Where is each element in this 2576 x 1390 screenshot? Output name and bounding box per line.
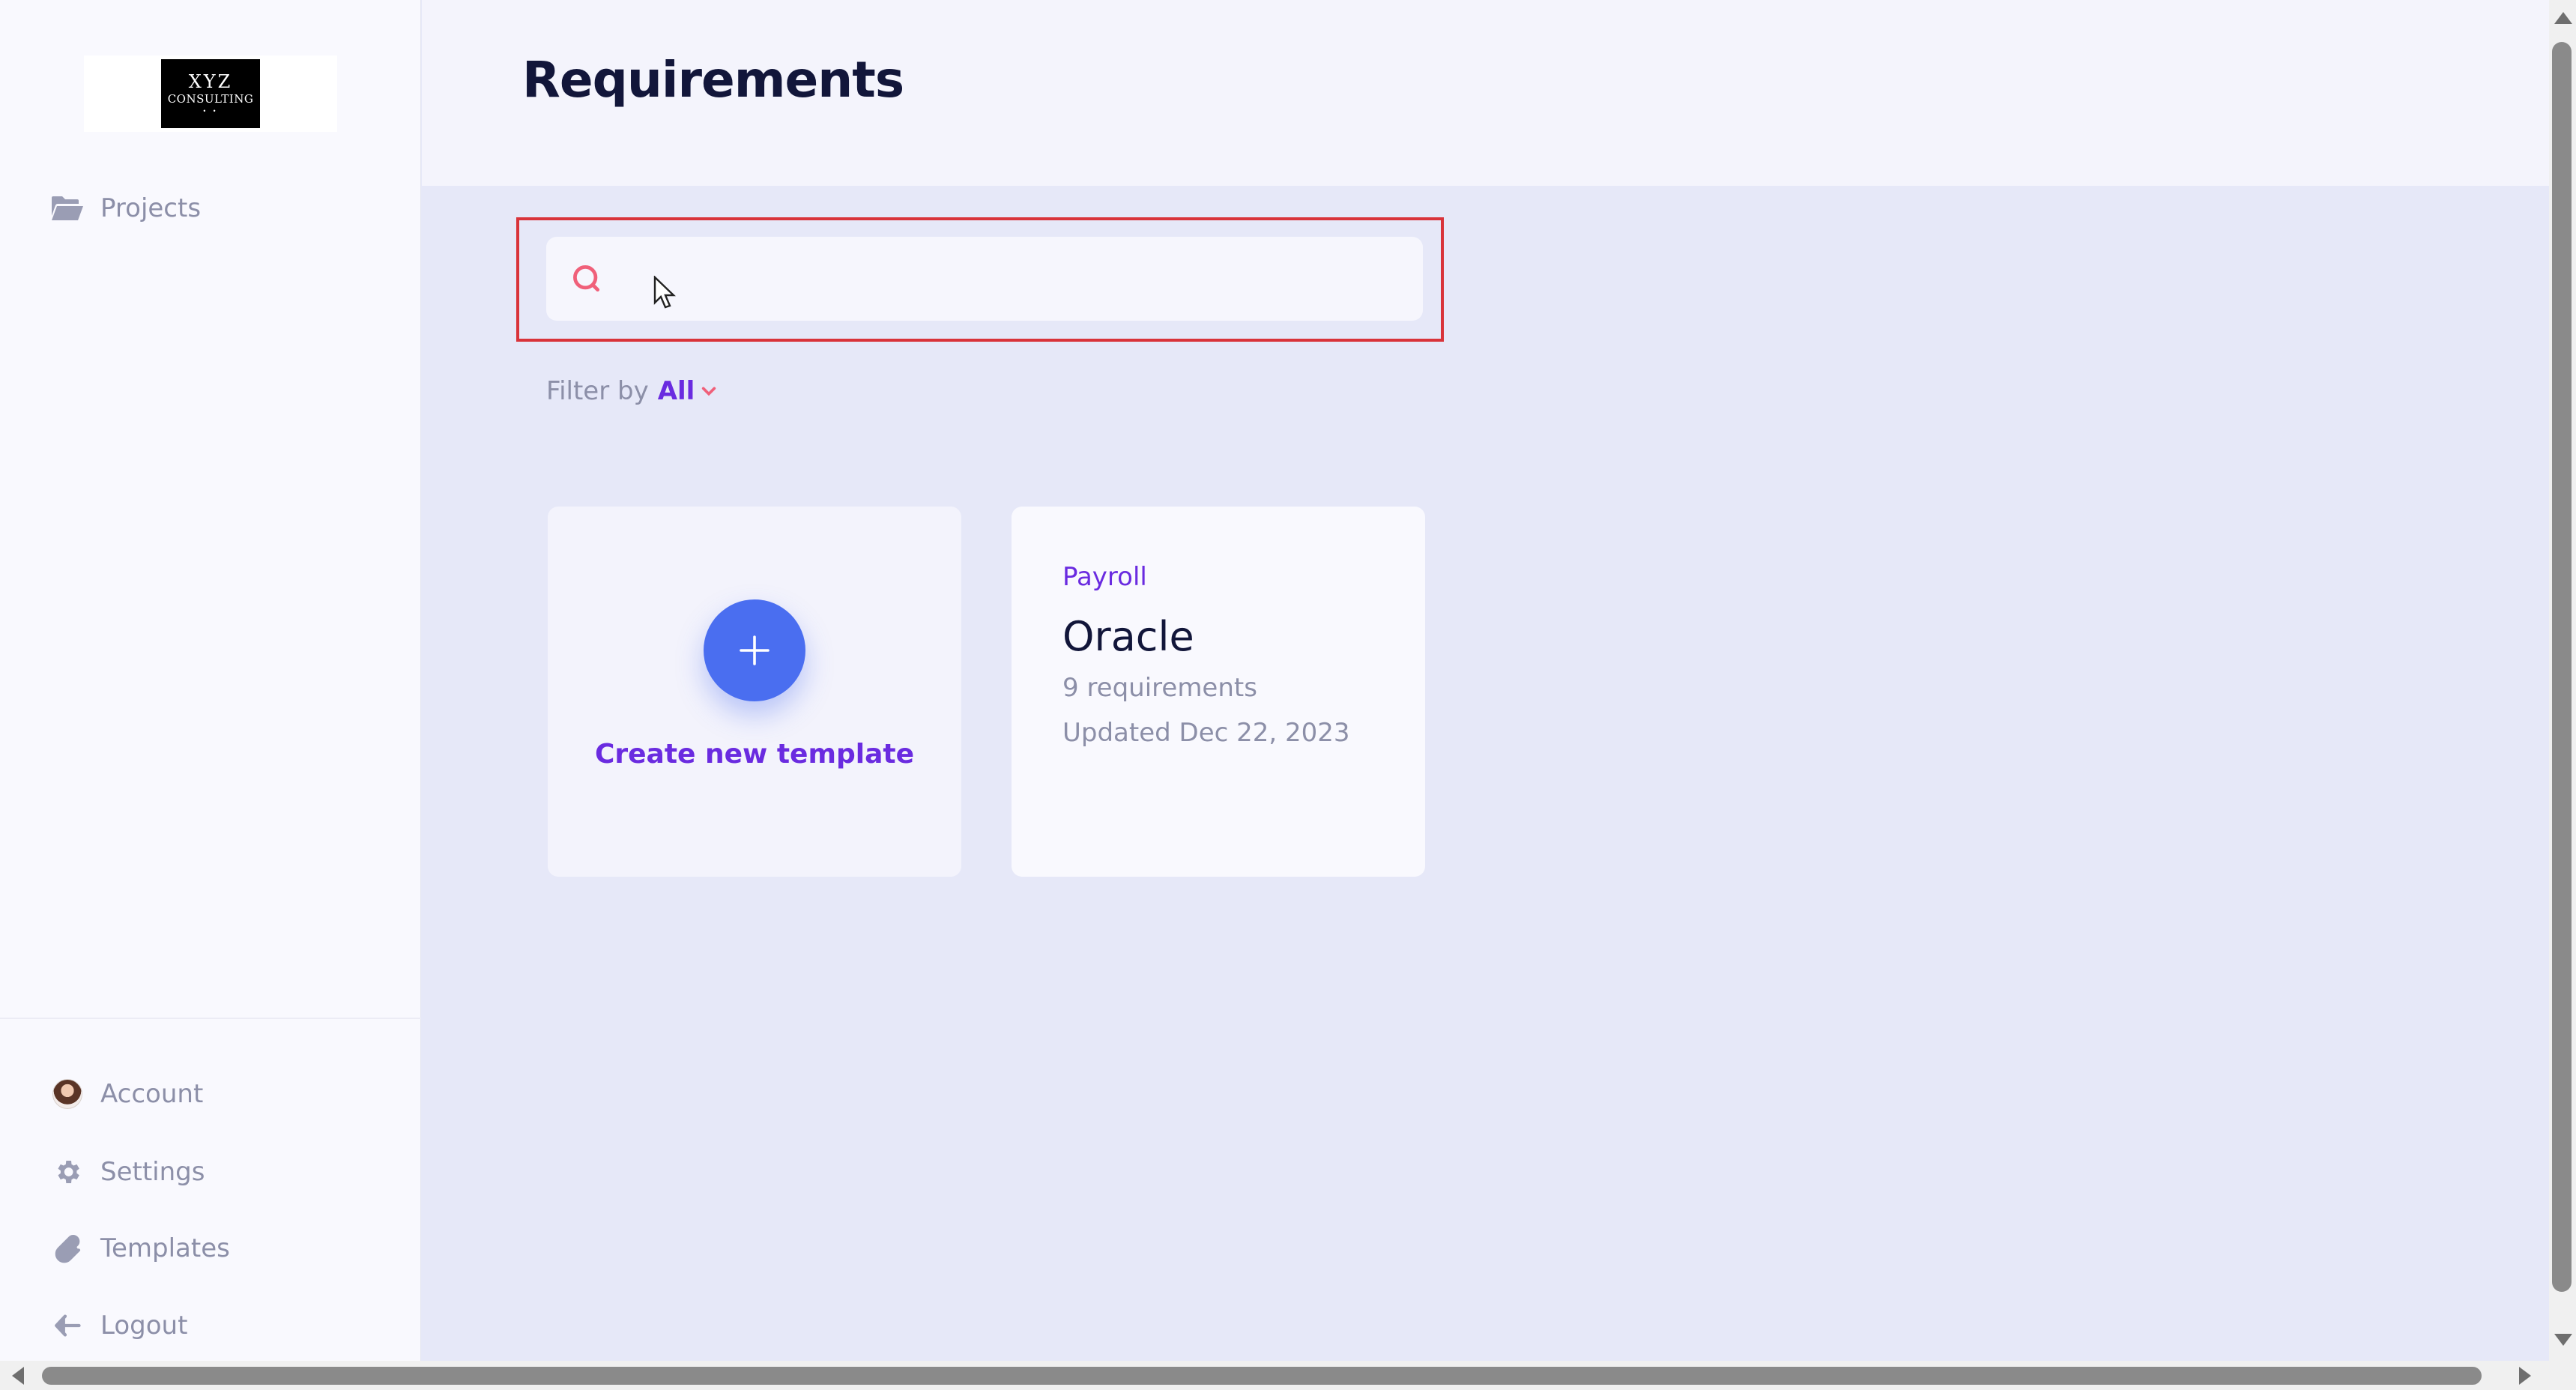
filter-control: Filter by All <box>546 376 717 406</box>
create-template-card[interactable]: Create new template <box>548 507 961 877</box>
search-input[interactable] <box>621 237 1400 321</box>
logo-line-1: XYZ <box>188 71 233 93</box>
template-requirement-count: 9 requirements <box>1062 673 1257 703</box>
page-header: Requirements <box>422 0 2550 186</box>
template-name: Oracle <box>1062 613 1194 660</box>
sidebar-item-account[interactable]: Account <box>49 1076 203 1112</box>
add-template-button[interactable] <box>704 599 805 701</box>
sidebar: XYZ CONSULTING • • Projects Account Sett… <box>0 0 421 1361</box>
sidebar-divider <box>0 1018 421 1019</box>
logo-line-3: • • <box>202 108 219 115</box>
scroll-right-arrow-icon[interactable] <box>2519 1367 2531 1385</box>
horizontal-scrollbar-thumb[interactable] <box>42 1367 2482 1385</box>
plus-icon <box>740 635 770 665</box>
sidebar-item-label: Settings <box>100 1157 205 1187</box>
search-box[interactable] <box>546 237 1423 321</box>
avatar <box>49 1076 85 1112</box>
sidebar-item-settings[interactable]: Settings <box>49 1154 205 1190</box>
scroll-left-arrow-icon[interactable] <box>12 1367 24 1385</box>
scroll-down-arrow-icon[interactable] <box>2554 1334 2572 1346</box>
search-icon <box>570 262 603 295</box>
template-card[interactable]: Payroll Oracle 9 requirements Updated De… <box>1012 507 1425 877</box>
sidebar-item-label: Projects <box>100 193 202 223</box>
create-template-label[interactable]: Create new template <box>548 739 961 770</box>
logo-container: XYZ CONSULTING • • <box>84 55 337 132</box>
gear-icon <box>49 1154 85 1190</box>
sidebar-item-projects[interactable]: Projects <box>49 190 201 226</box>
filter-label: Filter by <box>546 376 649 406</box>
logo-line-2: CONSULTING <box>167 92 254 106</box>
scroll-up-arrow-icon[interactable] <box>2554 12 2572 24</box>
vertical-scrollbar-thumb[interactable] <box>2552 42 2572 1292</box>
template-updated-date: Updated Dec 22, 2023 <box>1062 718 1350 748</box>
folder-open-icon <box>49 190 85 226</box>
sidebar-item-templates[interactable]: Templates <box>49 1230 230 1266</box>
sidebar-item-logout[interactable]: Logout <box>49 1308 187 1344</box>
chevron-down-icon[interactable] <box>701 383 717 399</box>
sidebar-item-label: Logout <box>100 1311 188 1341</box>
template-category: Payroll <box>1062 562 1147 592</box>
sidebar-item-label: Templates <box>100 1233 230 1263</box>
sidebar-item-label: Account <box>100 1079 204 1109</box>
arrow-left-icon <box>49 1308 85 1344</box>
company-logo[interactable]: XYZ CONSULTING • • <box>161 59 260 128</box>
paperclip-icon <box>49 1230 85 1266</box>
page-title: Requirements <box>522 51 904 109</box>
filter-dropdown[interactable]: All <box>658 376 695 406</box>
mouse-pointer-icon <box>653 276 676 309</box>
